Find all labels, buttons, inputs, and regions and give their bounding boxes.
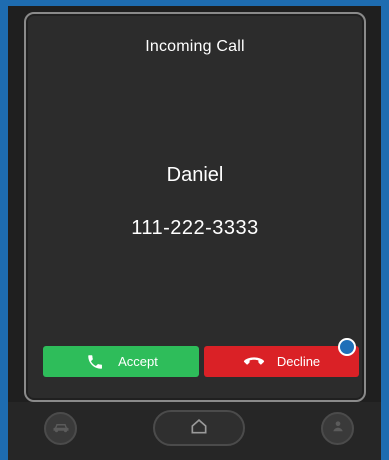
profile-button[interactable] xyxy=(321,412,354,445)
decline-label: Decline xyxy=(276,354,321,369)
dialog-title: Incoming Call xyxy=(145,38,245,55)
decline-button[interactable]: Decline xyxy=(204,346,359,377)
hang-up-icon xyxy=(243,353,265,371)
car-icon xyxy=(52,420,70,438)
phone-icon xyxy=(84,353,106,371)
accept-label: Accept xyxy=(118,354,158,369)
home-icon xyxy=(189,417,209,440)
car-button[interactable] xyxy=(44,412,77,445)
caller-name: Daniel xyxy=(166,164,224,186)
incoming-call-dialog: Incoming Call Daniel 111-222-3333 Accept… xyxy=(24,12,366,402)
accept-button[interactable]: Accept xyxy=(43,346,199,377)
caller-number: 111-222-3333 xyxy=(131,217,259,239)
touch-indicator xyxy=(338,338,356,356)
person-icon xyxy=(331,419,345,438)
home-button[interactable] xyxy=(153,410,245,446)
bottom-navigation-bar xyxy=(8,402,381,460)
